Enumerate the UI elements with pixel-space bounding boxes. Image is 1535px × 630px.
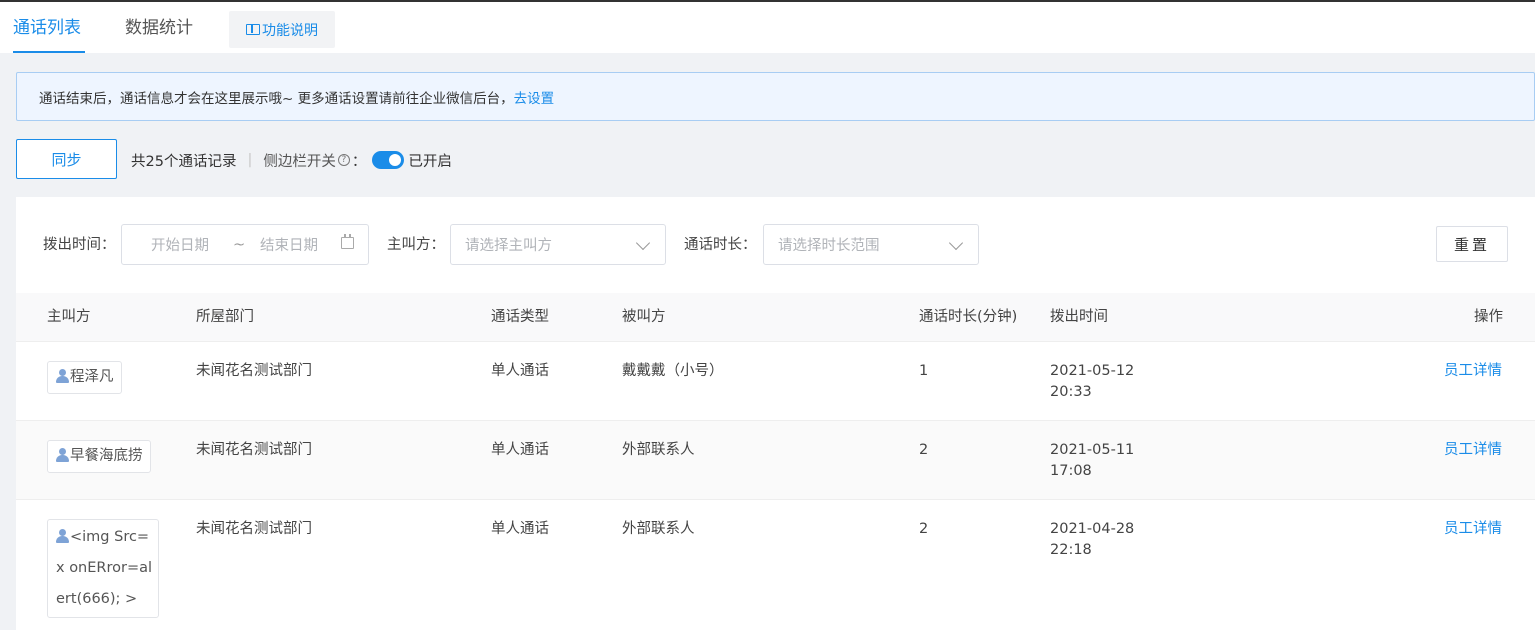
date-range-separator: ~ [233, 236, 246, 253]
col-callee[interactable]: 被叫方 [622, 307, 666, 327]
department-cell: 未闻花名测试部门 [196, 442, 312, 458]
reset-button[interactable]: 重置 [1436, 226, 1508, 262]
table-row: 程泽凡 未闻花名测试部门 单人通话 戴戴戴（小号） 1 2021-05-12 2… [16, 341, 1535, 420]
feature-help-label: 功能说明 [262, 22, 318, 39]
tab-call-list[interactable]: 通话列表 [13, 16, 81, 40]
call-type-cell: 单人通话 [491, 363, 549, 379]
call-clock-cell: 17:08 [1050, 463, 1092, 479]
duration-cell: 1 [919, 363, 929, 379]
duration-select[interactable]: 请选择时长范围 [763, 224, 979, 265]
question-icon[interactable]: ? [337, 154, 350, 166]
call-date-cell: 2021-05-11 [1050, 442, 1135, 458]
table-row: <img Src= x onERror=al ert(666); > 未闻花名测… [16, 499, 1535, 630]
user-icon [56, 369, 69, 383]
call-date-cell: 2021-05-12 [1050, 363, 1135, 379]
caller-name: 程泽凡 [70, 369, 114, 385]
end-date-placeholder: 结束日期 [260, 238, 318, 254]
caller-name-line: x onERror=al [56, 560, 153, 576]
caller-tag: <img Src= x onERror=al ert(666); > [47, 519, 160, 618]
duration-cell: 2 [919, 442, 929, 458]
col-call-type[interactable]: 通话类型 [491, 307, 549, 327]
caller-name: 早餐海底捞 [70, 448, 143, 464]
total-records-text: 共25个通话记录 [131, 153, 237, 170]
call-clock-cell: 20:33 [1050, 384, 1092, 400]
duration-cell: 2 [919, 521, 929, 537]
book-icon [246, 24, 260, 35]
call-clock-cell: 22:18 [1050, 542, 1092, 558]
call-time-label: 拨出时间： [43, 237, 116, 253]
col-caller[interactable]: 主叫方 [47, 307, 91, 327]
feature-help-button[interactable]: 功能说明 [229, 11, 335, 48]
date-range-picker[interactable]: 开始日期 ~ 结束日期 [121, 224, 369, 265]
tab-bar: 通话列表 数据统计 功能说明 [0, 2, 1535, 53]
call-records-panel: 拨出时间： 开始日期 ~ 结束日期 主叫方： 请选择主叫方 通话时长： 请选择时… [16, 197, 1535, 630]
duration-filter-label: 通话时长： [684, 237, 757, 253]
call-date-cell: 2021-04-28 [1050, 521, 1135, 537]
divider: | [247, 152, 253, 168]
chevron-down-icon [635, 235, 651, 251]
caller-tag: 程泽凡 [47, 361, 122, 394]
col-duration[interactable]: 通话时长(分钟) [919, 307, 1017, 327]
tab-statistics[interactable]: 数据统计 [125, 16, 193, 40]
user-icon [56, 529, 69, 543]
call-type-cell: 单人通话 [491, 442, 549, 458]
sync-button[interactable]: 同步 [16, 139, 117, 179]
department-cell: 未闻花名测试部门 [196, 521, 312, 537]
active-tab-indicator [13, 51, 85, 53]
caller-select[interactable]: 请选择主叫方 [450, 224, 666, 265]
caller-name-line: <img Src= [70, 529, 150, 545]
caller-filter-label: 主叫方： [387, 237, 445, 253]
callee-cell: 外部联系人 [622, 521, 695, 537]
start-date-placeholder: 开始日期 [151, 238, 209, 254]
caller-tag: 早餐海底捞 [47, 440, 151, 473]
employee-detail-link[interactable]: 员工详情 [1444, 440, 1502, 461]
chevron-down-icon [948, 235, 964, 251]
sidebar-switch-colon: ： [351, 153, 367, 170]
go-settings-link[interactable]: 去设置 [514, 87, 555, 107]
user-icon [56, 448, 69, 462]
callee-cell: 外部联系人 [622, 442, 695, 458]
notice-banner: 通话结束后，通话信息才会在这里展示哦~ 更多通话设置请前往企业微信后台， 去设置 [16, 72, 1535, 121]
callee-cell: 戴戴戴（小号） [622, 363, 724, 379]
caller-name-line: ert(666); > [56, 591, 138, 607]
caller-select-placeholder: 请选择主叫方 [465, 238, 552, 254]
table-row: 早餐海底捞 未闻花名测试部门 单人通话 外部联系人 2 2021-05-11 1… [16, 420, 1535, 499]
duration-select-placeholder: 请选择时长范围 [778, 238, 880, 254]
call-type-cell: 单人通话 [491, 521, 549, 537]
department-cell: 未闻花名测试部门 [196, 363, 312, 379]
sidebar-toggle[interactable] [372, 151, 405, 169]
col-department[interactable]: 所屋部门 [196, 307, 254, 327]
sidebar-switch-label: 侧边栏开关 [263, 153, 336, 170]
col-action: 操作 [1474, 309, 1503, 325]
employee-detail-link[interactable]: 员工详情 [1444, 361, 1502, 382]
employee-detail-link[interactable]: 员工详情 [1444, 519, 1502, 540]
calendar-icon [341, 234, 354, 249]
col-call-time[interactable]: 拨出时间 [1050, 307, 1108, 327]
toggle-state-label: 已开启 [408, 153, 452, 170]
toolbar-summary: 共25个通话记录 | 侧边栏开关 ? ： 已开启 [131, 149, 452, 171]
table-header: 主叫方 所屋部门 通话类型 被叫方 通话时长(分钟) 拨出时间 操作 [16, 293, 1535, 341]
notice-text: 通话结束后，通话信息才会在这里展示哦~ 更多通话设置请前往企业微信后台， [39, 90, 514, 107]
